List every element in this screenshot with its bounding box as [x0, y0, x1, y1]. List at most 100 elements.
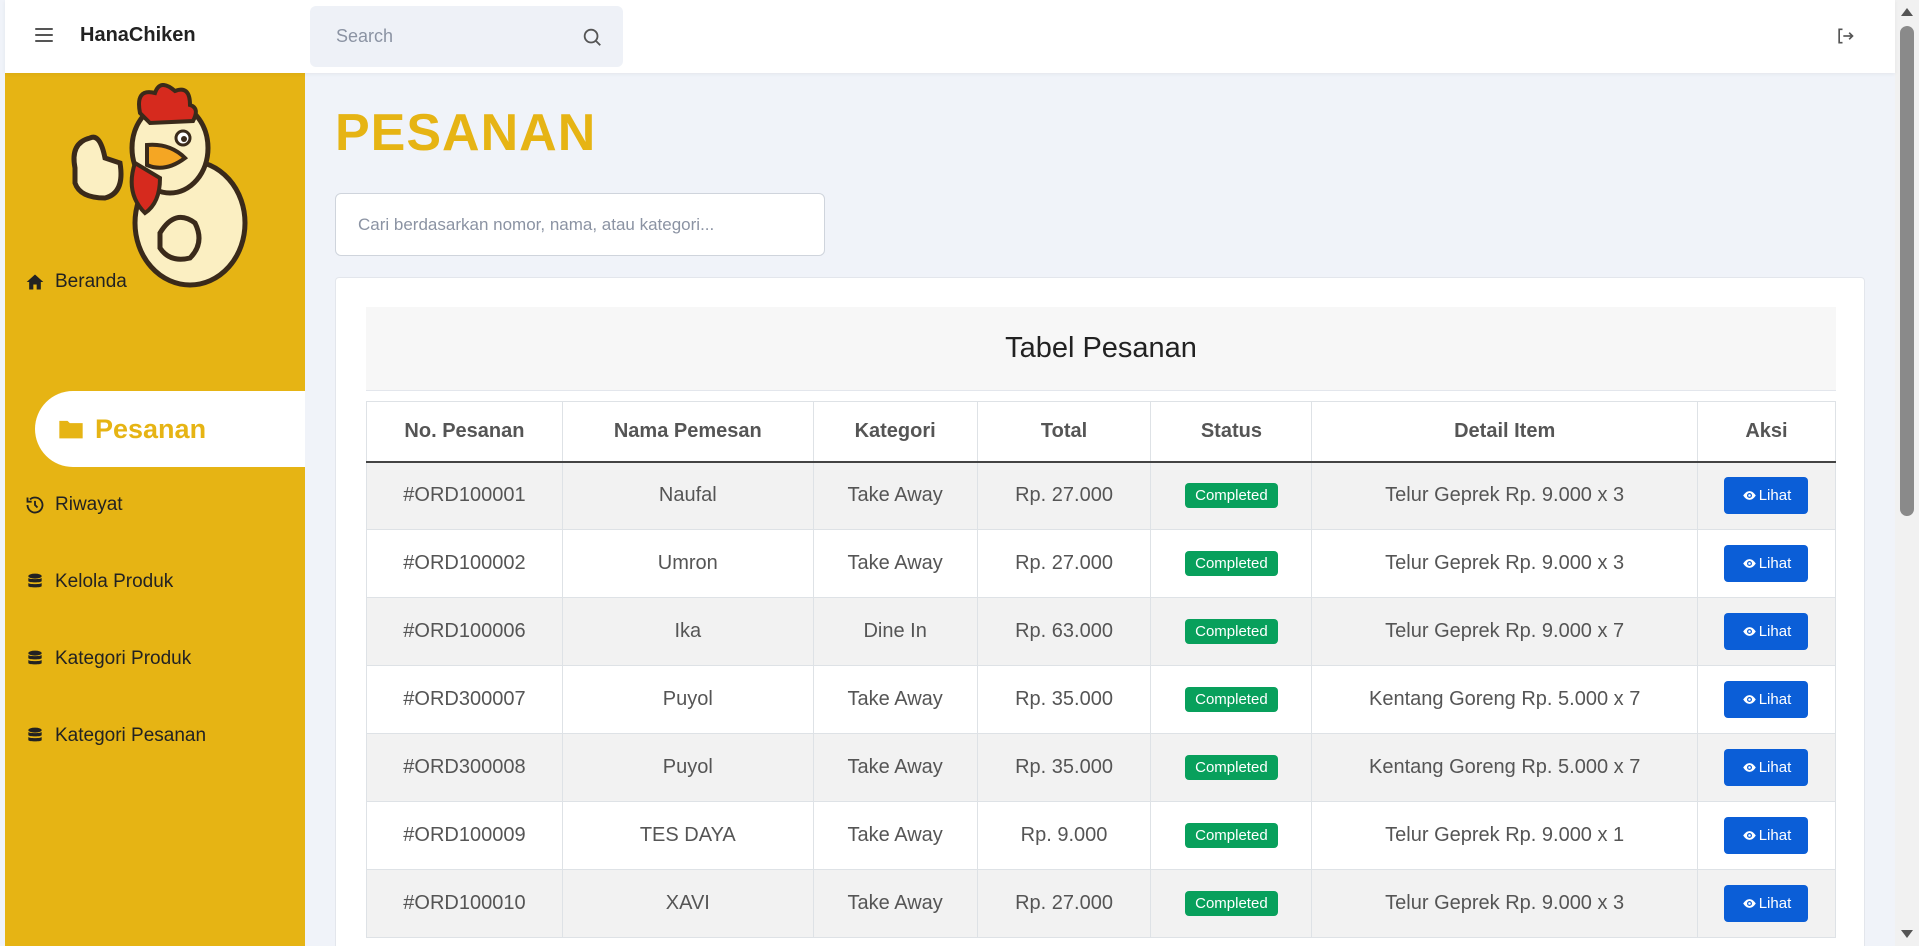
sidebar-item-riwayat[interactable]: Riwayat: [25, 494, 325, 516]
chicken-logo: [71, 83, 248, 288]
home-icon: [26, 274, 44, 290]
customer-name: Puyol: [561, 665, 814, 734]
sidebar-item-label: Riwayat: [55, 494, 123, 515]
scroll-up-arrow-icon[interactable]: [1901, 8, 1913, 16]
item-detail: Kentang Goreng Rp. 5.000 x 7: [1311, 665, 1698, 734]
sidebar-item-kategori-pesanan[interactable]: Kategori Pesanan: [25, 725, 325, 747]
customer-name: Naufal: [561, 461, 814, 530]
hamburger-menu-icon[interactable]: [35, 28, 53, 42]
database-icon: [28, 650, 42, 665]
logout-icon[interactable]: [1835, 26, 1855, 46]
view-button[interactable]: Lihat: [1724, 885, 1809, 922]
table-row: #ORD300007 Puyol Take Away Rp. 35.000 Co…: [366, 665, 1837, 734]
page-scrollbar[interactable]: [1895, 0, 1919, 946]
item-detail: Kentang Goreng Rp. 5.000 x 7: [1311, 733, 1698, 802]
column-header: Aksi: [1696, 401, 1837, 463]
table-row: #ORD100002 Umron Take Away Rp. 27.000 Co…: [366, 529, 1837, 598]
order-category: Take Away: [812, 801, 978, 870]
table-title: Tabel Pesanan: [366, 307, 1836, 391]
column-header: Status: [1150, 401, 1313, 463]
item-detail: Telur Geprek Rp. 9.000 x 3: [1311, 869, 1698, 938]
sidebar-item-kelola-produk[interactable]: Kelola Produk: [25, 571, 325, 593]
order-total: Rp. 63.000: [976, 597, 1152, 666]
order-category: Take Away: [812, 461, 978, 530]
item-detail: Telur Geprek Rp. 9.000 x 3: [1311, 461, 1698, 530]
view-button[interactable]: Lihat: [1724, 681, 1809, 718]
orders-card: Tabel Pesanan No. Pesanan Nama Pemesan K…: [335, 277, 1865, 946]
item-detail: Telur Geprek Rp. 9.000 x 3: [1311, 529, 1698, 598]
status-badge: Completed: [1185, 619, 1278, 644]
eye-icon: [1742, 559, 1756, 568]
column-header: Nama Pemesan: [561, 401, 814, 463]
order-number: #ORD100006: [366, 597, 563, 666]
order-filter-input[interactable]: [335, 193, 825, 256]
order-total: Rp. 27.000: [976, 869, 1152, 938]
order-category: Take Away: [812, 869, 978, 938]
sidebar-item-pesanan[interactable]: Pesanan: [35, 391, 305, 467]
eye-icon: [1742, 763, 1756, 772]
order-category: Take Away: [812, 665, 978, 734]
customer-name: TES DAYA: [561, 801, 814, 870]
order-category: Dine In: [812, 597, 978, 666]
page-title: PESANAN: [335, 104, 597, 162]
sidebar-item-kategori-produk[interactable]: Kategori Produk: [25, 648, 325, 670]
column-header: Detail Item: [1311, 401, 1698, 463]
folder-icon: [59, 420, 83, 439]
status-badge: Completed: [1185, 483, 1278, 509]
column-header: Total: [976, 401, 1152, 463]
column-header: No. Pesanan: [366, 401, 563, 463]
database-icon: [28, 573, 42, 588]
search-icon[interactable]: [581, 26, 603, 48]
sidebar-item-label: Kategori Pesanan: [55, 725, 207, 746]
order-category: Take Away: [812, 733, 978, 802]
table-row: #ORD100009 TES DAYA Take Away Rp. 9.000 …: [366, 801, 1837, 870]
sidebar-item-label: Beranda: [55, 271, 127, 292]
status-badge: Completed: [1185, 755, 1278, 780]
view-button-label: Lihat: [1758, 759, 1792, 776]
database-icon: [28, 727, 42, 742]
view-button-label: Lihat: [1758, 623, 1792, 640]
main-content: PESANAN Tabel Pesanan No. Pesanan Nama P…: [305, 73, 1895, 946]
sidebar-item-label: Kelola Produk: [55, 571, 174, 592]
history-icon: [26, 496, 44, 514]
table-row: #ORD300008 Puyol Take Away Rp. 35.000 Co…: [366, 733, 1837, 802]
sidebar-item-beranda[interactable]: Beranda: [25, 271, 325, 293]
customer-name: Ika: [561, 597, 814, 666]
order-total: Rp. 9.000: [976, 801, 1152, 870]
eye-icon: [1742, 491, 1756, 501]
view-button-label: Lihat: [1758, 895, 1792, 912]
scrollbar-thumb[interactable]: [1900, 26, 1914, 516]
table-row: #ORD100010 XAVI Take Away Rp. 27.000 Com…: [366, 869, 1837, 938]
customer-name: XAVI: [561, 869, 814, 938]
order-total: Rp. 27.000: [976, 529, 1152, 598]
search-bar: [310, 6, 623, 67]
table-row: #ORD100006 Ika Dine In Rp. 63.000 Comple…: [366, 597, 1837, 666]
status-badge: Completed: [1185, 551, 1278, 576]
view-button-label: Lihat: [1758, 487, 1792, 505]
scroll-down-arrow-icon[interactable]: [1901, 930, 1913, 938]
view-button-label: Lihat: [1758, 827, 1792, 844]
eye-icon: [1742, 831, 1756, 840]
eye-icon: [1742, 899, 1756, 908]
view-button[interactable]: Lihat: [1724, 545, 1809, 582]
order-number: #ORD100010: [366, 869, 563, 938]
sidebar: Beranda Pesanan Riwayat Kelola Produk Ka…: [5, 73, 305, 946]
customer-name: Umron: [561, 529, 814, 598]
eye-icon: [1742, 695, 1756, 704]
view-button[interactable]: Lihat: [1724, 817, 1809, 854]
view-button[interactable]: Lihat: [1724, 477, 1809, 515]
order-category: Take Away: [812, 529, 978, 598]
order-number: #ORD300007: [366, 665, 563, 734]
top-bar: HanaChiken: [5, 0, 1895, 73]
sidebar-item-label: Pesanan: [95, 413, 207, 444]
order-number: #ORD100009: [366, 801, 563, 870]
view-button[interactable]: Lihat: [1724, 749, 1809, 786]
view-button[interactable]: Lihat: [1724, 613, 1809, 650]
item-detail: Telur Geprek Rp. 9.000 x 7: [1311, 597, 1698, 666]
customer-name: Puyol: [561, 733, 814, 802]
order-total: Rp. 35.000: [976, 665, 1152, 734]
view-button-label: Lihat: [1758, 691, 1792, 708]
search-input[interactable]: [310, 6, 570, 67]
status-badge: Completed: [1185, 687, 1278, 712]
order-number: #ORD100002: [366, 529, 563, 598]
